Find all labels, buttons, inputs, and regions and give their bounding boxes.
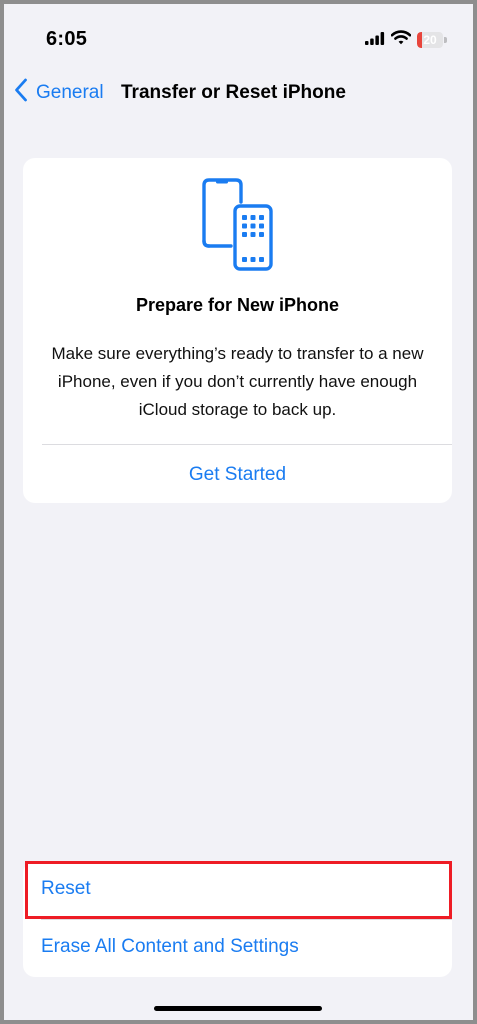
status-bar: 6:05 20 (4, 4, 473, 74)
get-started-button[interactable]: Get Started (23, 464, 452, 486)
phone-screen: 6:05 20 General Transfer or Reset iPhone… (0, 0, 477, 1024)
chevron-left-icon (14, 78, 28, 107)
battery-icon: 20 (417, 32, 447, 48)
card-description: Make sure everything’s ready to transfer… (51, 344, 424, 419)
signal-icon (365, 31, 385, 50)
card-title: Prepare for New iPhone (135, 295, 340, 315)
back-label: General (36, 81, 104, 103)
wifi-icon (390, 30, 412, 50)
reset-options-group: Reset Erase All Content and Settings (23, 861, 452, 977)
page-title: Transfer or Reset iPhone (121, 82, 346, 103)
divider (42, 444, 452, 445)
phones-transfer-icon (201, 178, 275, 277)
navigation-bar: General Transfer or Reset iPhone (4, 74, 473, 114)
status-time: 6:05 (46, 28, 88, 50)
home-indicator[interactable] (154, 1006, 322, 1011)
erase-label: Erase All Content and Settings (41, 936, 299, 957)
reset-label: Reset (41, 878, 91, 899)
battery-tip (444, 37, 447, 43)
battery-body: 20 (417, 32, 443, 48)
prepare-card: Prepare for New iPhone Make sure everyth… (23, 158, 452, 503)
battery-level: 20 (423, 33, 437, 47)
back-button[interactable]: General (14, 78, 104, 107)
reset-button[interactable]: Reset (23, 861, 452, 919)
erase-all-content-button[interactable]: Erase All Content and Settings (23, 919, 452, 977)
status-icons: 20 (365, 30, 447, 50)
